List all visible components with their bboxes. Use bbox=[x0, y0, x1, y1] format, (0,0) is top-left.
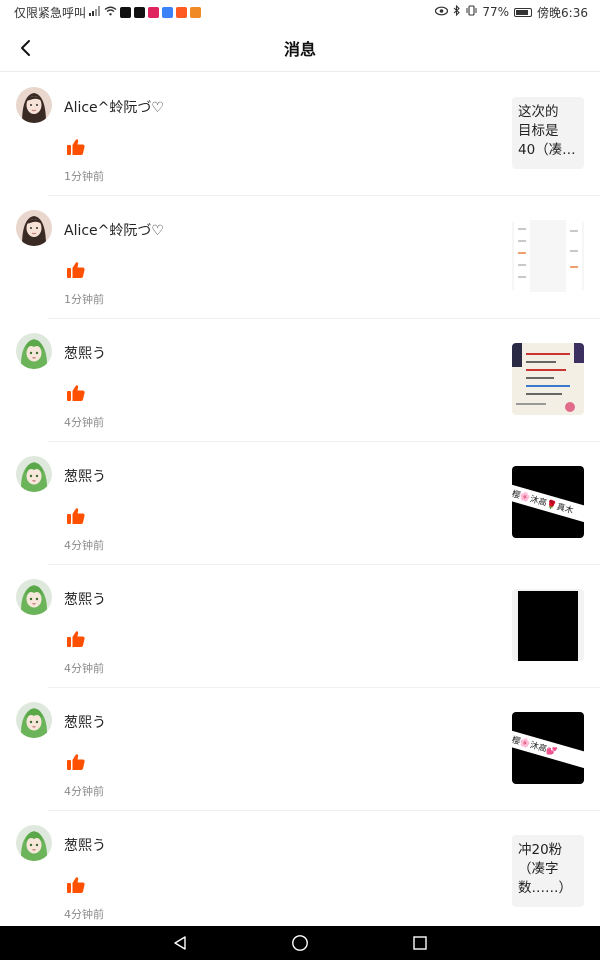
username[interactable]: 葱熙う bbox=[64, 835, 106, 855]
username[interactable]: 葱熙う bbox=[64, 589, 106, 609]
username[interactable]: 葱熙う bbox=[64, 466, 106, 486]
vibrate-icon bbox=[466, 5, 477, 19]
username[interactable]: Alice^蛉阮づ♡ bbox=[64, 97, 164, 117]
status-right: 77% 傍晚6:36 bbox=[435, 4, 588, 21]
battery-level bbox=[516, 9, 529, 15]
timestamp: 4分钟前 bbox=[64, 539, 104, 552]
app-notification-icon bbox=[148, 6, 160, 18]
thumbs-up-icon bbox=[67, 385, 85, 401]
system-nav-bar bbox=[0, 926, 600, 960]
post-thumbnail[interactable]: 暖樱🌸沐高💕 bbox=[512, 712, 584, 784]
message-item[interactable]: 葱熙う 4分钟前 暖樱🌸沐高🌹真木 bbox=[0, 442, 600, 565]
eye-icon bbox=[435, 5, 449, 19]
signal-icon bbox=[89, 5, 101, 19]
thumbs-up-icon bbox=[67, 139, 85, 155]
thumbnail-banner: 暖樱🌸沐高🌹真木 bbox=[512, 482, 584, 526]
thumbnail-text-line: 数……） bbox=[518, 880, 572, 896]
post-thumbnail[interactable] bbox=[512, 220, 584, 292]
timestamp: 4分钟前 bbox=[64, 416, 104, 429]
message-item[interactable]: 葱熙う 4分钟前 bbox=[0, 319, 600, 442]
timestamp: 4分钟前 bbox=[64, 908, 104, 921]
username[interactable]: 葱熙う bbox=[64, 712, 106, 732]
thumbnail-text-line: 冲20粉 bbox=[518, 842, 563, 858]
nav-back-button[interactable] bbox=[168, 931, 192, 955]
message-item[interactable]: Alice^蛉阮づ♡ 1分钟前 bbox=[0, 196, 600, 319]
green-hair-avatar[interactable] bbox=[16, 456, 52, 492]
back-button[interactable] bbox=[12, 34, 40, 62]
thumbnail-banner: 暖樱🌸沐高💕 bbox=[512, 728, 584, 772]
page-title: 消息 bbox=[283, 39, 316, 59]
square-recents-icon bbox=[413, 936, 427, 950]
wifi-icon bbox=[104, 6, 117, 19]
green-hair-avatar[interactable] bbox=[16, 333, 52, 369]
thumbnail-text-line: （凑字 bbox=[518, 861, 559, 877]
thumbs-up-icon bbox=[67, 262, 85, 278]
app-notification-icon bbox=[176, 6, 188, 18]
thumbnail-text-line: 暖樱🌸沐高🌹真木 bbox=[512, 486, 575, 517]
tiktok-notification-icon bbox=[134, 6, 146, 18]
chevron-left-icon bbox=[21, 40, 30, 56]
post-thumbnail[interactable]: 这次的目标是 40（凑… bbox=[512, 97, 584, 169]
message-item[interactable]: 葱熙う 4分钟前 暖樱🌸沐高💕 bbox=[0, 688, 600, 811]
username[interactable]: 葱熙う bbox=[64, 343, 106, 363]
nav-recents-button[interactable] bbox=[408, 931, 432, 955]
green-hair-avatar[interactable] bbox=[16, 825, 52, 861]
app-notification-icon bbox=[120, 6, 132, 18]
carrier-text: 仅限紧急呼叫 bbox=[14, 5, 87, 20]
status-bar: 仅限紧急呼叫 77% 傍晚6:36 bbox=[0, 0, 600, 24]
post-thumbnail[interactable] bbox=[512, 589, 584, 661]
thumbs-up-icon bbox=[67, 508, 85, 524]
battery-percent: 77% bbox=[482, 5, 510, 19]
app-notification-icon bbox=[162, 6, 174, 18]
message-list[interactable]: Alice^蛉阮づ♡ 1分钟前 这次的目标是 40（凑… Alice^蛉阮づ♡ 1分钟前葱… bbox=[0, 73, 600, 934]
thumbs-up-icon bbox=[67, 754, 85, 770]
clock: 傍晚6:36 bbox=[537, 5, 588, 20]
message-item[interactable]: Alice^蛉阮づ♡ 1分钟前 这次的目标是 40（凑… bbox=[0, 73, 600, 196]
thumbnail-text-line: 暖樱🌸沐高💕 bbox=[512, 732, 558, 758]
post-thumbnail[interactable] bbox=[512, 343, 584, 415]
username[interactable]: Alice^蛉阮づ♡ bbox=[64, 220, 164, 240]
timestamp: 1分钟前 bbox=[64, 293, 104, 306]
circle-home-icon bbox=[292, 935, 308, 951]
triangle-back-icon bbox=[174, 936, 186, 950]
message-item[interactable]: 葱熙う 4分钟前 bbox=[0, 565, 600, 688]
post-thumbnail[interactable]: 冲20粉 （凑字数……） bbox=[512, 835, 584, 907]
post-thumbnail[interactable]: 暖樱🌸沐高🌹真木 bbox=[512, 466, 584, 538]
green-hair-avatar[interactable] bbox=[16, 702, 52, 738]
app-notification-icon bbox=[190, 6, 202, 18]
header: 消息 bbox=[0, 24, 600, 72]
bluetooth-icon bbox=[453, 4, 461, 19]
thumbs-up-icon bbox=[67, 631, 85, 647]
message-item[interactable]: 葱熙う 4分钟前 冲20粉 （凑字数……） bbox=[0, 811, 600, 934]
timestamp: 4分钟前 bbox=[64, 785, 104, 798]
battery-icon bbox=[514, 7, 533, 17]
thumbnail-text-line: 目标是 bbox=[518, 123, 559, 139]
thumbnail-text-line: 40（凑… bbox=[518, 142, 576, 158]
thumbs-up-icon bbox=[67, 877, 85, 893]
thumbnail-text-line: 这次的 bbox=[518, 104, 559, 120]
female-avatar[interactable] bbox=[16, 87, 52, 123]
status-left: 仅限紧急呼叫 bbox=[14, 4, 202, 21]
timestamp: 4分钟前 bbox=[64, 662, 104, 675]
female-avatar[interactable] bbox=[16, 210, 52, 246]
timestamp: 1分钟前 bbox=[64, 170, 104, 183]
nav-home-button[interactable] bbox=[288, 931, 312, 955]
green-hair-avatar[interactable] bbox=[16, 579, 52, 615]
